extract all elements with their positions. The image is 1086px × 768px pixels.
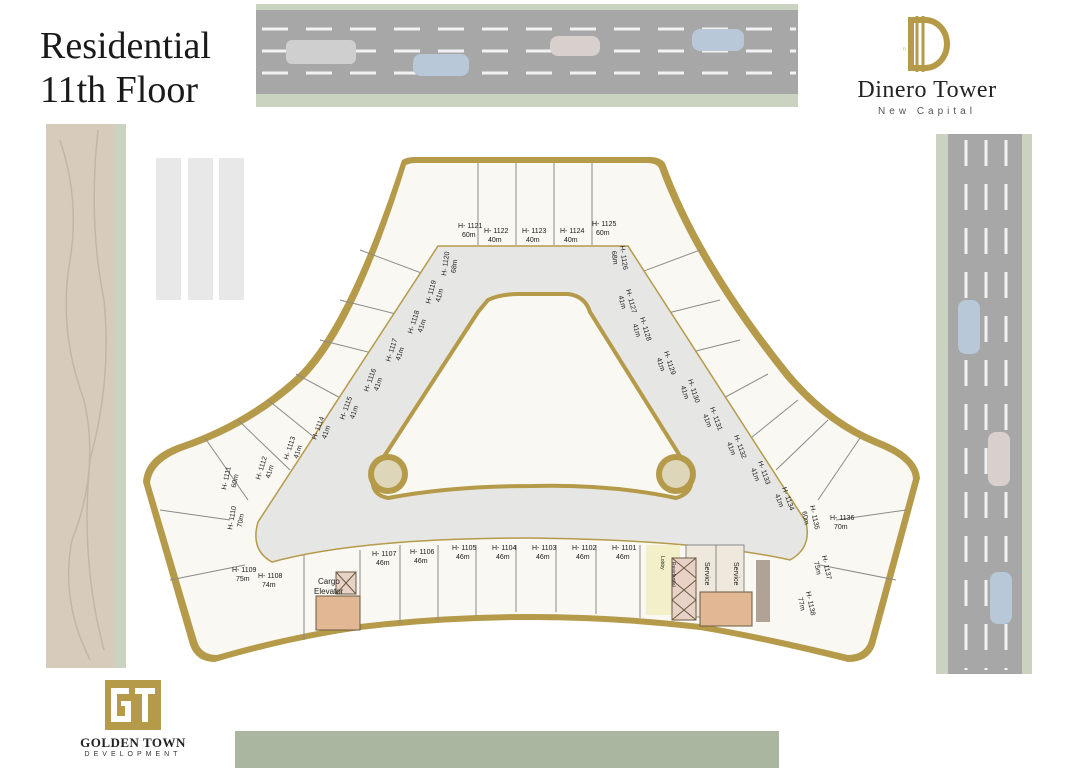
unit-id: H- 1124	[560, 228, 584, 235]
unit-id: H- 1125	[592, 221, 616, 228]
unit-id: H- 1103	[532, 545, 556, 552]
unit-id: H- 1101	[612, 545, 636, 552]
site-plan: Cargo Elevator Service Service Lobby Res…	[46, 4, 1032, 768]
unit-area: 46m	[616, 554, 630, 561]
car	[988, 432, 1010, 486]
unit-id: H- 1104	[492, 545, 516, 552]
unit-id: H- 1121	[458, 223, 482, 230]
top-road	[256, 4, 798, 107]
unit-area: 40m	[488, 237, 502, 244]
unit-area: 46m	[414, 558, 428, 565]
unit-id: H- 1109	[232, 567, 256, 574]
service-label-2: Service	[732, 562, 739, 585]
unit-id: H- 1102	[572, 545, 596, 552]
unit-area: 46m	[576, 554, 590, 561]
unit-area: 46m	[536, 554, 550, 561]
unit-id: H- 1106	[410, 549, 434, 556]
lobby-label: Lobby	[659, 556, 665, 570]
bottom-road	[235, 731, 779, 768]
unit-id: H- 1107	[372, 551, 396, 558]
unit-id: H- 1105	[452, 545, 476, 552]
unit-area: 60m	[462, 232, 476, 239]
unit-area: 75m	[236, 576, 250, 583]
unit-area: 74m	[262, 582, 276, 589]
car	[413, 54, 469, 76]
car	[958, 300, 980, 354]
unit-id: H- 1122	[484, 228, 508, 235]
left-walkway	[46, 124, 126, 668]
unit-area: 46m	[376, 560, 390, 567]
unit-area: 40m	[564, 237, 578, 244]
cargo-label: Cargo	[318, 577, 340, 586]
unit-id: H- 1123	[522, 228, 546, 235]
service-label-1: Service	[703, 562, 710, 585]
residential-label: Residential	[670, 562, 676, 587]
unit-area: 46m	[496, 554, 510, 561]
car	[692, 29, 744, 51]
elevator-label: Elevator	[314, 587, 344, 596]
unit-area: 60m	[596, 230, 610, 237]
unit-area: 40m	[526, 237, 540, 244]
parking-bays	[156, 158, 244, 300]
unit-area: 46m	[456, 554, 470, 561]
car	[286, 40, 356, 64]
unit-area: 70m	[834, 524, 848, 531]
car	[550, 36, 600, 56]
unit-id: H- 1136	[830, 515, 854, 522]
unit-id: H- 1108	[258, 573, 282, 580]
right-road	[936, 134, 1032, 674]
car	[990, 572, 1012, 624]
